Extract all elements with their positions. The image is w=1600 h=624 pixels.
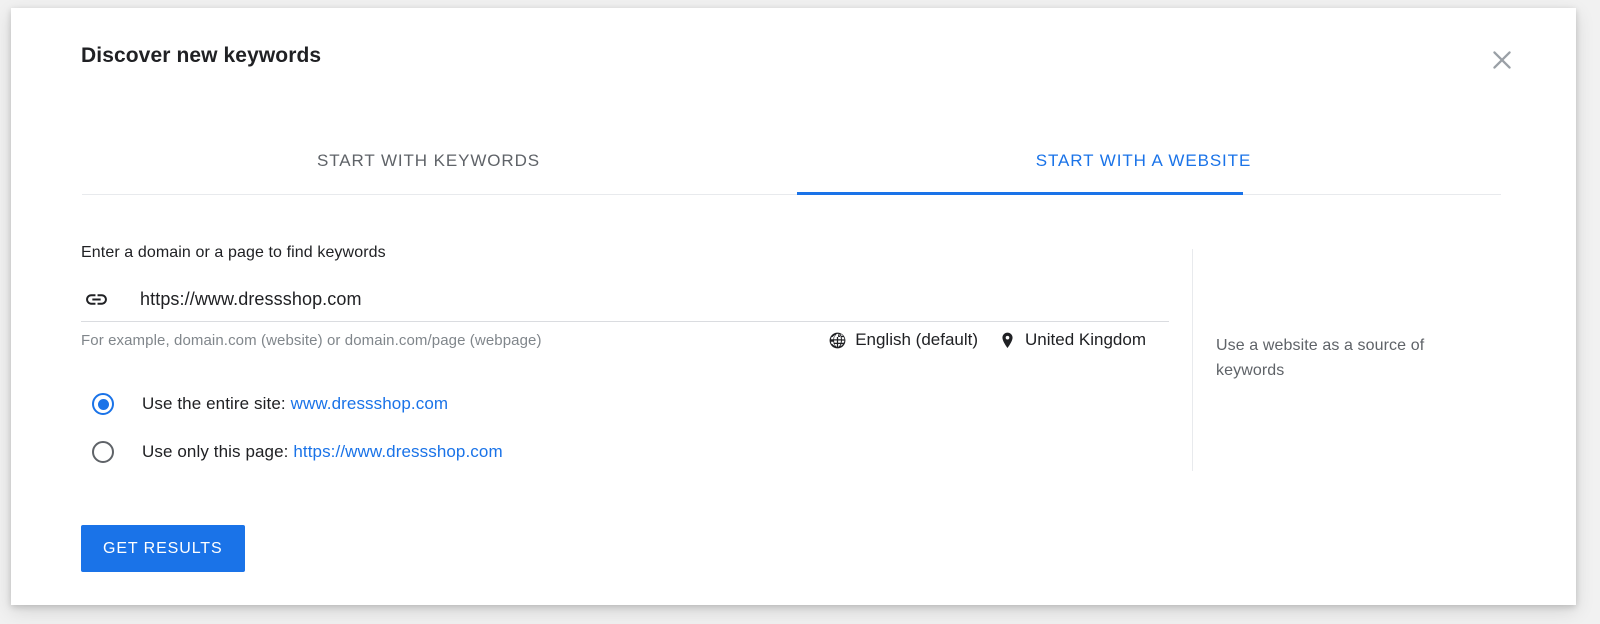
- domain-url-input[interactable]: [140, 288, 1090, 310]
- location-pin-icon: [998, 331, 1017, 350]
- radio-label-text: Use only this page:: [142, 442, 294, 461]
- site-scope-radio-group: Use the entire site: www.dressshop.com U…: [81, 382, 1171, 474]
- radio-indicator-unselected[interactable]: [92, 441, 114, 463]
- link-icon: [83, 286, 109, 312]
- tab-baseline-divider: [82, 194, 1501, 195]
- language-selector[interactable]: English (default): [828, 330, 978, 350]
- language-label: English (default): [855, 330, 979, 349]
- radio-label: Use the entire site: www.dressshop.com: [142, 394, 448, 414]
- tab-label: START WITH KEYWORDS: [316, 151, 540, 170]
- tab-label: START WITH A WEBSITE: [1035, 151, 1252, 170]
- domain-input-row: [81, 280, 1171, 322]
- website-source-form: Enter a domain or a page to find keyword…: [81, 244, 1171, 474]
- location-selector[interactable]: United Kingdom: [998, 330, 1146, 350]
- domain-helper-text: For example, domain.com (website) or dom…: [81, 332, 542, 349]
- active-tab-indicator: [797, 192, 1243, 195]
- tab-start-with-a-website[interactable]: START WITH A WEBSITE: [786, 128, 1501, 194]
- screen-root: Discover new keywords START WITH KEYWORD…: [0, 0, 1600, 624]
- locale-controls: English (default) United Kingdom: [828, 330, 1146, 350]
- radio-option-only-this-page[interactable]: Use only this page: https://www.dresssho…: [81, 430, 1171, 474]
- radio-label: Use only this page: https://www.dresssho…: [142, 442, 503, 462]
- radio-indicator-selected[interactable]: [92, 393, 114, 415]
- input-underline: [81, 321, 1169, 322]
- close-icon: [1489, 47, 1515, 73]
- radio-option-entire-site[interactable]: Use the entire site: www.dressshop.com: [81, 382, 1171, 426]
- panel-divider: [1192, 249, 1193, 471]
- tabs: START WITH KEYWORDS START WITH A WEBSITE: [71, 128, 1501, 198]
- domain-field-label: Enter a domain or a page to find keyword…: [81, 244, 386, 261]
- radio-link[interactable]: www.dressshop.com: [291, 394, 449, 413]
- discover-new-keywords-dialog: Discover new keywords START WITH KEYWORD…: [11, 8, 1576, 605]
- get-results-button[interactable]: GET RESULTS: [81, 525, 245, 572]
- side-panel-note: Use a website as a source of keywords: [1216, 337, 1425, 379]
- globe-icon: [828, 331, 847, 350]
- tab-start-with-keywords[interactable]: START WITH KEYWORDS: [71, 128, 786, 194]
- helper-row: For example, domain.com (website) or dom…: [81, 330, 1171, 356]
- dialog-title: Discover new keywords: [81, 44, 322, 67]
- close-button[interactable]: [1484, 42, 1520, 78]
- location-label: United Kingdom: [1025, 330, 1146, 349]
- radio-label-text: Use the entire site:: [142, 394, 291, 413]
- radio-link[interactable]: https://www.dressshop.com: [293, 442, 502, 461]
